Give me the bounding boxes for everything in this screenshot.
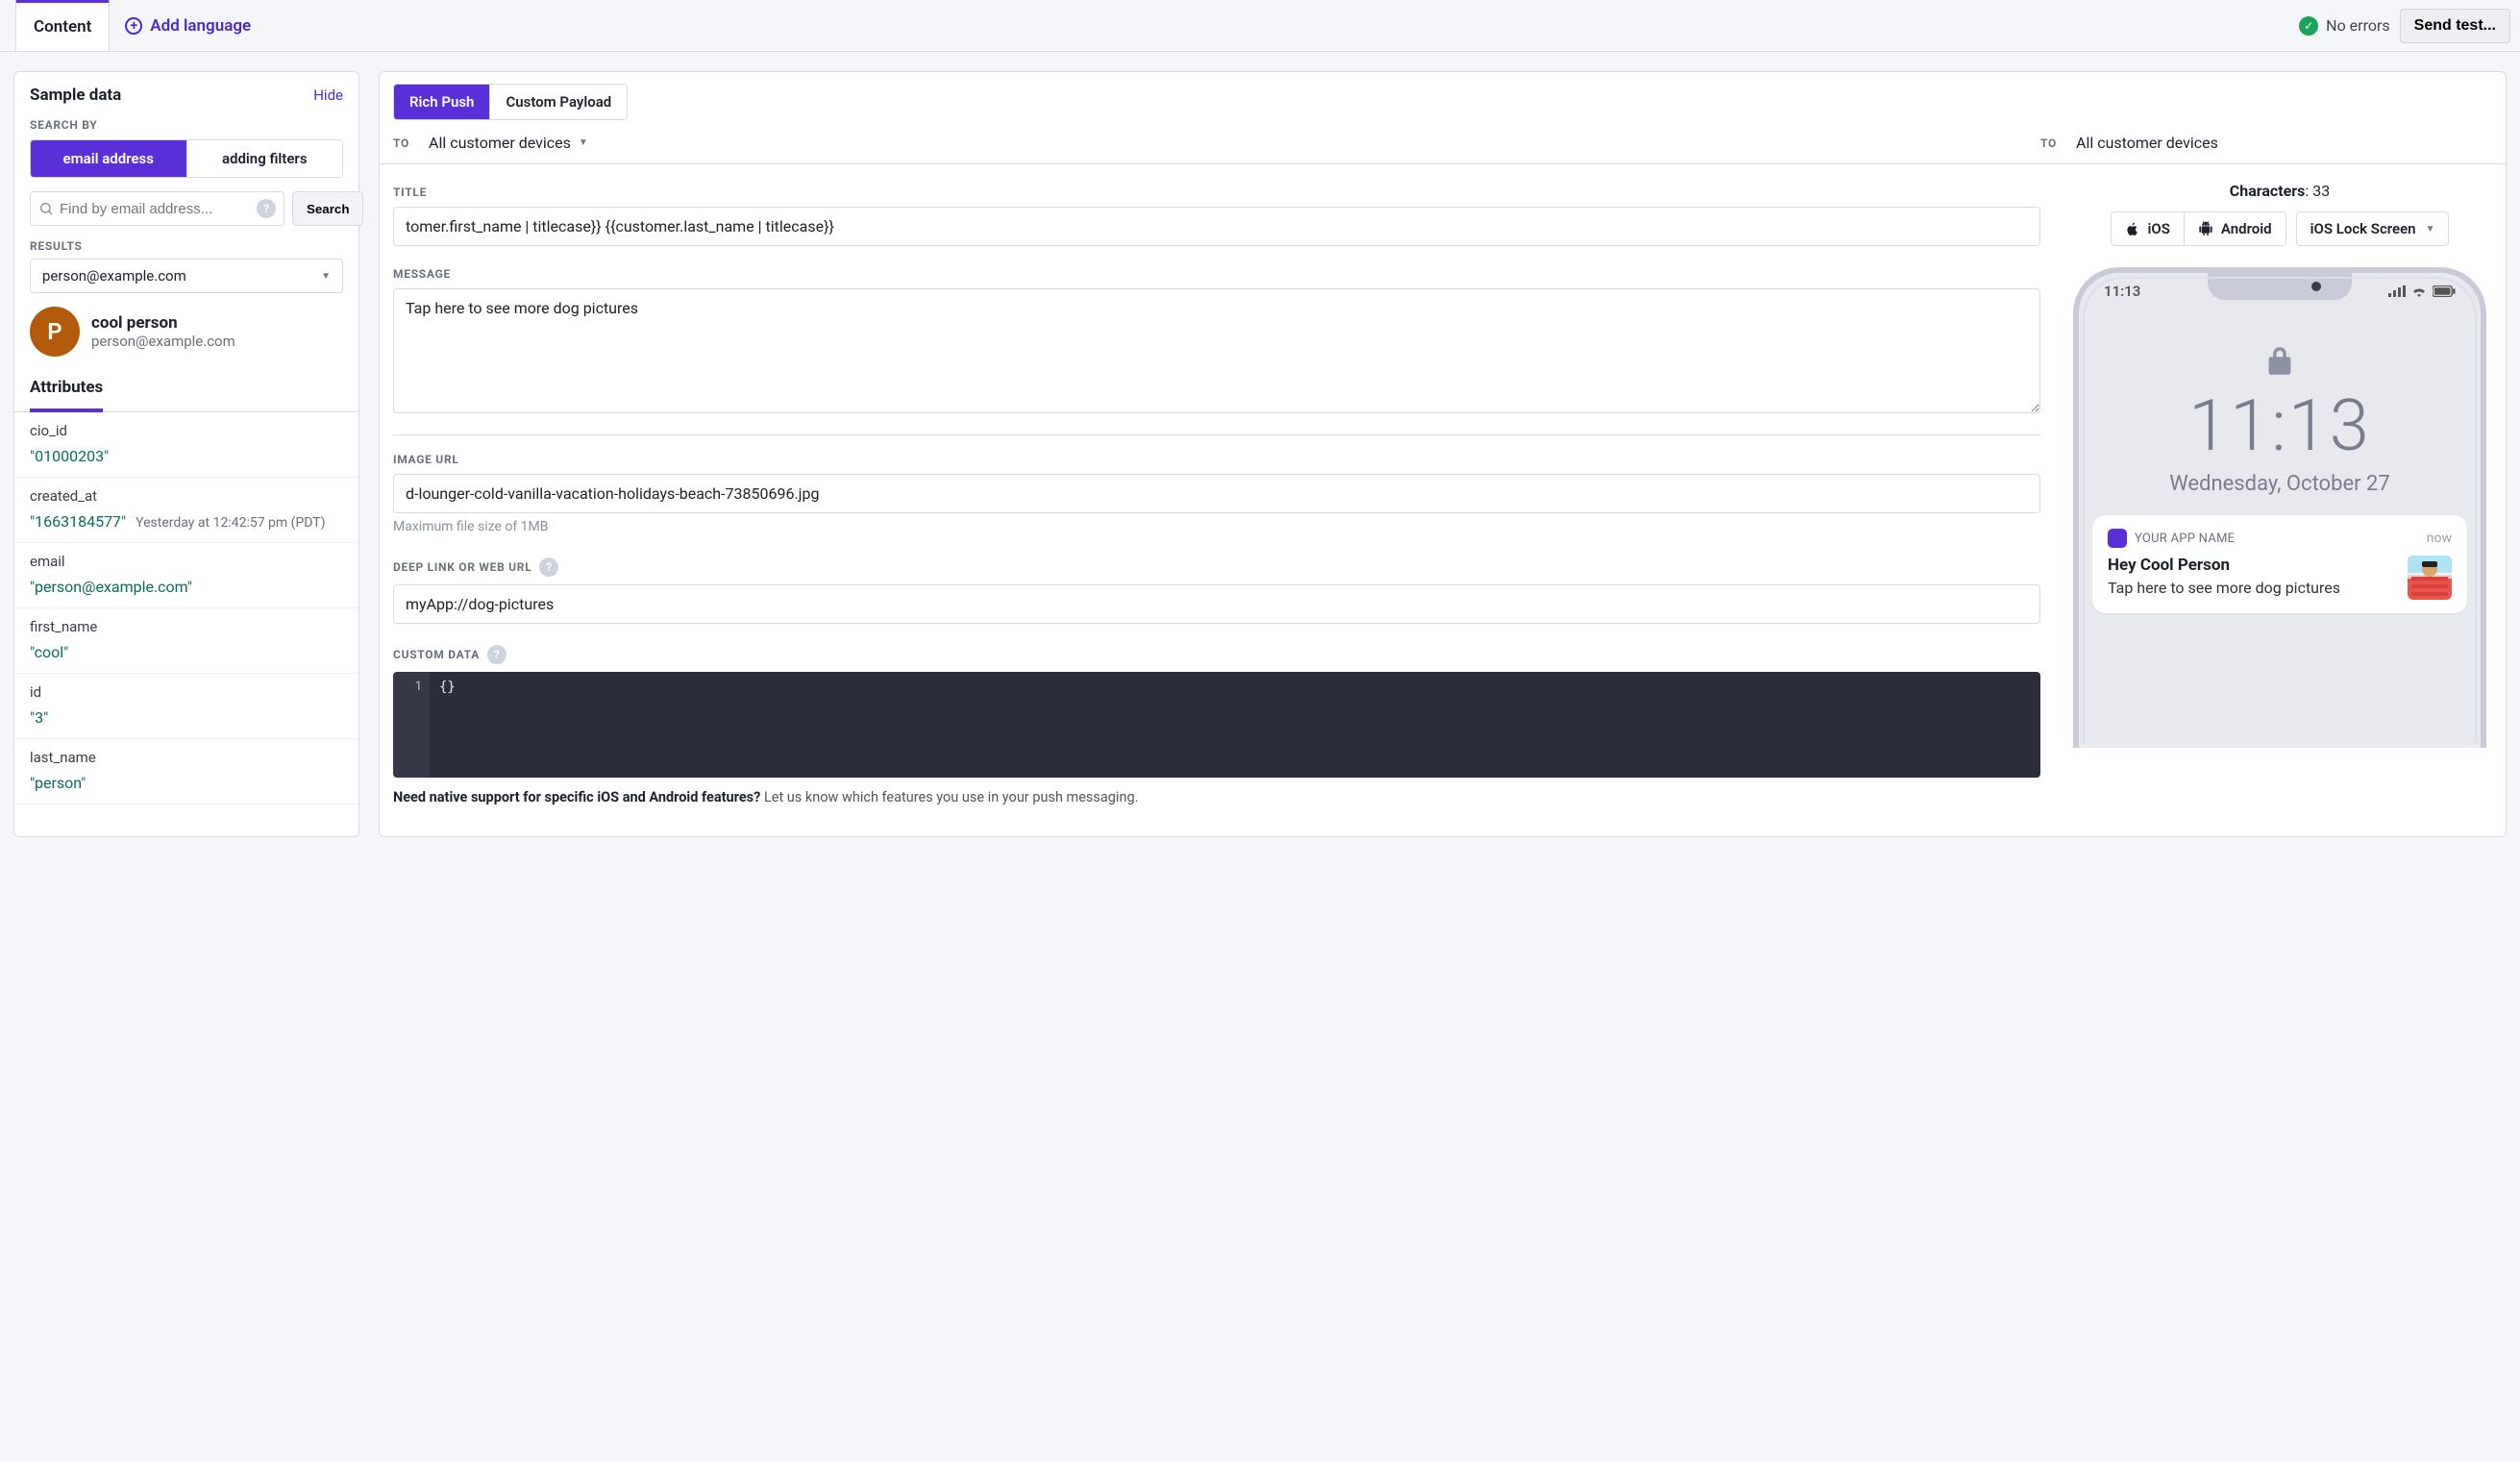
battery-icon xyxy=(2433,285,2456,297)
attribute-row: email "person@example.com" xyxy=(14,543,358,608)
code-gutter: 1 xyxy=(393,672,430,778)
attribute-key: last_name xyxy=(30,749,343,766)
attribute-key: first_name xyxy=(30,618,343,635)
attribute-key: id xyxy=(30,683,343,701)
attribute-value: "1663184577" xyxy=(30,512,126,531)
native-features-hint: Need native support for specific iOS and… xyxy=(393,787,2040,807)
attribute-value: "person" xyxy=(30,774,343,792)
attribute-row: id "3" xyxy=(14,674,358,739)
plus-circle-icon: + xyxy=(125,17,142,35)
notification-card: YOUR APP NAME now Hey Cool Person Tap he… xyxy=(2092,515,2467,613)
preview-to-value: All customer devices xyxy=(2076,134,2218,152)
sample-data-panel: Sample data Hide SEARCH BY email address… xyxy=(13,71,359,837)
attribute-meta: Yesterday at 12:42:57 pm (PDT) xyxy=(136,515,325,531)
preview-to-label: TO xyxy=(2040,136,2057,150)
results-label: RESULTS xyxy=(30,239,343,253)
custom-data-editor[interactable]: 1 {} xyxy=(393,672,2040,778)
search-by-segment: email address adding filters xyxy=(30,139,343,178)
custom-data-label: CUSTOM DATA xyxy=(393,648,480,661)
search-by-email-option[interactable]: email address xyxy=(31,140,186,177)
apple-icon xyxy=(2125,221,2140,236)
attribute-key: created_at xyxy=(30,487,343,505)
phone-preview: 11:13 11:13 Wednesday, October 27 xyxy=(2073,267,2486,748)
message-label: MESSAGE xyxy=(393,267,2040,281)
search-by-label: SEARCH BY xyxy=(30,118,343,132)
notification-message: Tap here to see more dog pictures xyxy=(2108,579,2396,597)
rich-push-tab[interactable]: Rich Push xyxy=(394,85,489,119)
payload-type-segment: Rich Push Custom Payload xyxy=(393,84,628,120)
message-textarea[interactable]: Tap here to see more dog pictures xyxy=(393,288,2040,413)
composer-panel: Rich Push Custom Payload TO All customer… xyxy=(379,71,2507,837)
add-language-button[interactable]: + Add language xyxy=(110,0,266,51)
search-button[interactable]: Search xyxy=(292,191,363,226)
os-segment: iOS Android xyxy=(2111,211,2286,246)
to-dropdown[interactable]: All customer devices ▼ xyxy=(429,134,588,152)
os-android-button[interactable]: Android xyxy=(2184,212,2285,245)
search-icon xyxy=(38,201,54,216)
help-icon[interactable]: ? xyxy=(257,199,276,218)
deep-link-input[interactable] xyxy=(393,584,2040,624)
signal-icon xyxy=(2388,285,2406,297)
lock-screen-select[interactable]: iOS Lock Screen ▼ xyxy=(2296,211,2450,246)
to-label: TO xyxy=(393,136,409,150)
os-ios-button[interactable]: iOS xyxy=(2112,212,2184,245)
avatar: P xyxy=(30,307,80,357)
results-select[interactable]: person@example.com ▼ xyxy=(30,259,343,293)
tab-content[interactable]: Content xyxy=(15,0,110,51)
code-body[interactable]: {} xyxy=(430,672,2040,778)
attribute-key: cio_id xyxy=(30,422,343,439)
chevron-down-icon: ▼ xyxy=(579,137,588,148)
help-icon[interactable]: ? xyxy=(487,645,506,664)
no-errors-label: No errors xyxy=(2326,16,2389,35)
to-value: All customer devices xyxy=(429,134,571,152)
attribute-row: first_name "cool" xyxy=(14,608,358,674)
lock-screen-date: Wednesday, October 27 xyxy=(2079,472,2481,496)
notification-time: now xyxy=(2427,531,2452,546)
send-test-button[interactable]: Send test... xyxy=(2400,9,2510,43)
image-url-label: IMAGE URL xyxy=(393,453,2040,466)
lock-screen-time: 11:13 xyxy=(2079,384,2481,468)
deep-link-label: DEEP LINK OR WEB URL xyxy=(393,560,531,574)
character-count: Characters: 33 xyxy=(2230,182,2330,200)
image-url-helper: Maximum file size of 1MB xyxy=(393,519,2040,534)
sample-data-title: Sample data xyxy=(30,86,121,105)
notification-image xyxy=(2408,556,2452,600)
no-errors-indicator: ✓ No errors xyxy=(2289,16,2399,36)
chevron-down-icon: ▼ xyxy=(2426,224,2435,235)
search-input[interactable] xyxy=(60,201,251,217)
person-email: person@example.com xyxy=(91,333,235,350)
help-icon[interactable]: ? xyxy=(539,557,558,577)
results-value: person@example.com xyxy=(42,267,186,285)
search-input-wrap[interactable]: ? xyxy=(30,191,284,226)
attribute-value: "cool" xyxy=(30,643,343,661)
app-name: YOUR APP NAME xyxy=(2135,532,2235,546)
search-by-filters-option[interactable]: adding filters xyxy=(186,140,343,177)
statusbar-icons xyxy=(2388,283,2456,300)
attribute-value: "3" xyxy=(30,708,343,727)
attribute-value: "01000203" xyxy=(30,447,343,465)
attribute-row: cio_id "01000203" xyxy=(14,412,358,478)
wifi-icon xyxy=(2411,285,2427,297)
add-language-label: Add language xyxy=(150,16,251,36)
title-input[interactable] xyxy=(393,207,2040,246)
lock-icon xyxy=(2079,346,2481,381)
person-name: cool person xyxy=(91,313,235,333)
attribute-row: created_at "1663184577" Yesterday at 12:… xyxy=(14,478,358,543)
image-url-input[interactable] xyxy=(393,474,2040,513)
attribute-key: email xyxy=(30,553,343,570)
attribute-row: last_name "person" xyxy=(14,739,358,805)
android-icon xyxy=(2198,221,2213,236)
attribute-value: "person@example.com" xyxy=(30,578,343,596)
check-circle-icon: ✓ xyxy=(2299,16,2318,36)
title-label: TITLE xyxy=(393,186,2040,199)
attributes-list: cio_id "01000203" created_at "1663184577… xyxy=(14,411,358,805)
chevron-down-icon: ▼ xyxy=(321,271,331,282)
custom-payload-tab[interactable]: Custom Payload xyxy=(489,85,627,119)
notification-title: Hey Cool Person xyxy=(2108,556,2396,575)
statusbar-time: 11:13 xyxy=(2104,283,2140,300)
hide-panel-link[interactable]: Hide xyxy=(313,87,343,104)
attributes-tab[interactable]: Attributes xyxy=(30,370,103,412)
app-icon xyxy=(2108,529,2127,548)
